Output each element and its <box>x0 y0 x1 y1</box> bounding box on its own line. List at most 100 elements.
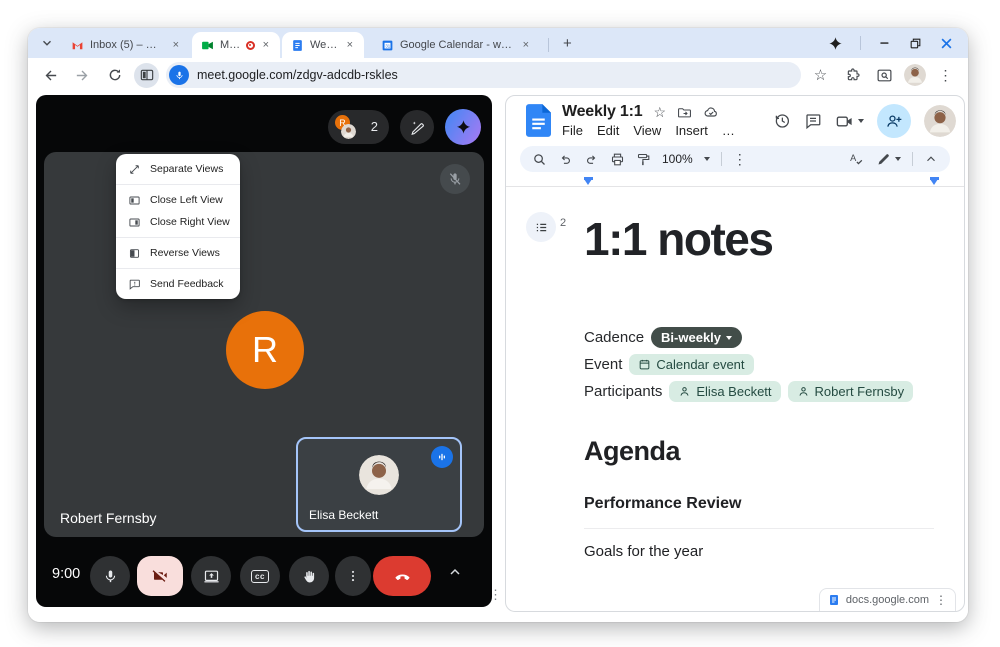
puzzle-icon <box>845 67 861 83</box>
docs-file-icon <box>526 104 551 137</box>
menu-file[interactable]: File <box>562 123 583 138</box>
present-button[interactable] <box>191 556 231 596</box>
menu-edit[interactable]: Edit <box>597 123 619 138</box>
split-divider-handle[interactable]: ⋮ <box>489 588 502 601</box>
participants-pill[interactable]: R 2 <box>328 110 389 144</box>
extensions-button[interactable] <box>840 63 865 88</box>
gemini-button[interactable] <box>445 109 481 145</box>
person-chip[interactable]: Elisa Beckett <box>669 381 780 402</box>
end-call-button[interactable] <box>373 556 431 596</box>
person-chip-icon <box>678 385 691 398</box>
menu-item-reverse-views[interactable]: Reverse Views <box>116 242 240 264</box>
undo-icon[interactable] <box>558 152 573 167</box>
toolbar-more-icon[interactable]: ⋮ <box>733 152 747 166</box>
mic-icon <box>102 568 119 585</box>
tab-close-icon[interactable]: × <box>521 39 531 52</box>
sparkle-icon[interactable] <box>828 36 843 51</box>
tab-docs[interactable]: Weekly 1 × <box>282 32 364 58</box>
annotate-button[interactable] <box>400 110 434 144</box>
address-bar[interactable]: meet.google.com/zdgv-adcdb-rskles <box>166 62 801 88</box>
pencil-sparkle-icon <box>409 119 426 136</box>
indent-marker-left[interactable] <box>584 179 592 185</box>
paint-format-icon[interactable] <box>636 152 651 167</box>
mic-button[interactable] <box>90 556 130 596</box>
raise-hand-button[interactable] <box>289 556 329 596</box>
present-icon <box>203 568 220 585</box>
reload-button[interactable] <box>102 63 127 88</box>
menu-item-close-left-view[interactable]: Close Left View <box>116 189 240 211</box>
equalizer-icon <box>436 451 448 463</box>
hand-icon <box>301 568 318 585</box>
cadence-dropdown-chip[interactable]: Bi-weekly <box>651 327 742 348</box>
chevron-down-icon <box>726 336 732 340</box>
join-call-button[interactable] <box>835 112 864 131</box>
search-tabs-button[interactable] <box>872 63 897 88</box>
captions-button[interactable]: cc <box>240 556 280 596</box>
self-view-tile[interactable]: Elisa Beckett <box>296 437 462 532</box>
back-button[interactable] <box>38 63 63 88</box>
chevron-down-icon[interactable] <box>704 157 710 161</box>
tab-meet[interactable]: Meet - × <box>192 32 280 58</box>
tab-gmail[interactable]: Inbox (5) – Gmail × <box>62 32 190 58</box>
new-tab-button[interactable]: + <box>559 35 576 52</box>
site-badge[interactable]: docs.google.com ⋮ <box>819 588 956 611</box>
menu-item-close-right-view[interactable]: Close Right View <box>116 211 240 233</box>
menu-item-separate-views[interactable]: Separate Views <box>116 158 240 180</box>
version-history-icon[interactable] <box>773 112 791 130</box>
forward-icon <box>74 67 91 84</box>
main-video-tile[interactable]: R Robert Fernsby Elisa Beckett <box>44 152 484 537</box>
share-button[interactable] <box>877 104 911 138</box>
camera-off-button[interactable] <box>137 556 183 596</box>
tab-search-button[interactable] <box>36 32 58 54</box>
doc-tabs-button[interactable] <box>526 212 556 242</box>
minimize-icon[interactable] <box>878 36 892 50</box>
tab-calendar[interactable]: 31 Google Calendar - week of × <box>372 32 540 58</box>
search-icon[interactable] <box>532 152 547 167</box>
document-title[interactable]: Weekly 1:1 <box>562 103 642 121</box>
avatar-image <box>904 64 926 86</box>
svg-text:A: A <box>850 152 857 162</box>
person-chip[interactable]: Robert Fernsby <box>788 381 914 402</box>
calendar-event-chip[interactable]: Calendar event <box>629 354 753 375</box>
more-options-button[interactable] <box>335 556 371 596</box>
comments-icon[interactable] <box>804 112 822 130</box>
menu-more[interactable]: … <box>722 123 735 138</box>
star-document-icon[interactable]: ☆ <box>653 104 666 121</box>
hide-controls-button[interactable] <box>447 564 463 580</box>
menu-item-send-feedback[interactable]: Send Feedback <box>116 273 240 295</box>
move-folder-icon[interactable] <box>677 105 692 120</box>
restore-icon[interactable] <box>909 37 922 50</box>
collapse-toolbar-icon[interactable] <box>924 152 938 166</box>
meeting-time: 9:00 <box>52 566 80 582</box>
tab-label: Meet - <box>220 39 240 51</box>
zoom-level[interactable]: 100% <box>662 152 693 166</box>
mic-permission-badge[interactable] <box>169 65 189 85</box>
person-add-icon <box>885 112 903 130</box>
redo-icon[interactable] <box>584 152 599 167</box>
doc-title[interactable]: 1:1 notes <box>584 212 772 266</box>
close-icon[interactable] <box>939 36 954 51</box>
docs-profile-avatar[interactable] <box>924 105 956 137</box>
person-chip-icon <box>797 385 810 398</box>
forward-button[interactable] <box>70 63 95 88</box>
site-badge-menu-icon[interactable]: ⋮ <box>935 594 947 606</box>
menu-view[interactable]: View <box>633 123 661 138</box>
section-heading: Agenda <box>584 436 680 467</box>
tab-close-icon[interactable]: × <box>345 39 355 52</box>
spellcheck-icon[interactable]: A <box>848 151 865 168</box>
editing-mode-button[interactable] <box>876 152 901 167</box>
tab-close-icon[interactable]: × <box>261 39 271 52</box>
cloud-saved-icon[interactable] <box>703 104 719 120</box>
profile-avatar[interactable] <box>904 64 926 86</box>
bookmark-button[interactable]: ☆ <box>808 63 833 88</box>
menu-insert[interactable]: Insert <box>675 123 708 138</box>
tab-close-icon[interactable]: × <box>171 39 181 52</box>
split-view-button[interactable] <box>134 63 159 88</box>
pen-icon <box>876 152 891 167</box>
tab-strip: Inbox (5) – Gmail × Meet - × Weekly 1 × … <box>28 28 968 58</box>
indent-marker-right[interactable] <box>930 179 938 185</box>
chrome-menu-button[interactable]: ⋮ <box>933 63 958 88</box>
camera-off-icon <box>151 567 169 585</box>
print-icon[interactable] <box>610 152 625 167</box>
docs-icon <box>291 39 304 52</box>
